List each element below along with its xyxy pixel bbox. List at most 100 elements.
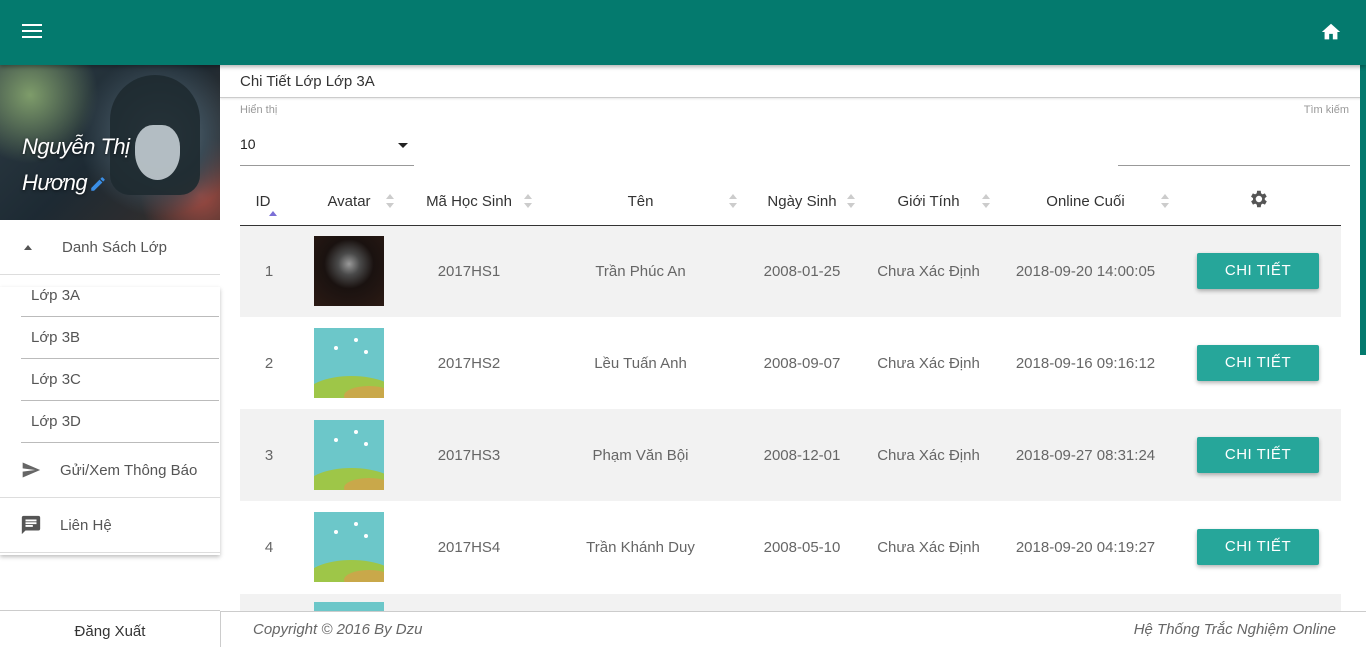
student-avatar-image	[314, 236, 384, 307]
column-header-label: Avatar	[327, 192, 371, 210]
profile-banner: Nguyễn Thị Hương	[0, 65, 220, 220]
cell-student-code: 2017HS2	[400, 317, 538, 409]
column-header-gender[interactable]: Giới Tính	[861, 178, 996, 226]
table-row: 3 2017HS3 Phạm Văn Bội 2008-12-01 Chưa X…	[240, 409, 1341, 501]
top-app-bar	[0, 0, 1366, 65]
cell-last-online: 2018-09-20 04:19:27	[996, 501, 1175, 593]
cell-id: 4	[240, 501, 298, 593]
search-label: Tìm kiếm	[1303, 104, 1349, 116]
cell-name: Trần Khánh Duy	[538, 501, 743, 593]
column-header-settings[interactable]	[1175, 178, 1341, 226]
cell-dob: 2008-12-01	[743, 409, 861, 501]
cell-student-code: 2017HS3	[400, 409, 538, 501]
cell-student-code: 2017HS4	[400, 501, 538, 593]
cell-avatar	[298, 409, 400, 501]
user-name: Nguyễn Thị Hương	[22, 129, 130, 201]
column-header-label: Ngày Sinh	[767, 192, 837, 210]
sort-icon[interactable]	[729, 194, 737, 208]
cell-name: Trần Phúc An	[538, 225, 743, 317]
detail-button[interactable]: CHI TIẾT	[1197, 345, 1319, 381]
column-header-label: Giới Tính	[897, 192, 960, 210]
cell-last-online: 2018-09-16 09:16:12	[996, 317, 1175, 409]
cell-name: Phạm Văn Bội	[538, 409, 743, 501]
user-name-line2: Hương	[22, 170, 88, 195]
sidebar-item-label: Liên Hệ	[60, 516, 112, 534]
show-entries-select[interactable]: 10	[240, 132, 414, 166]
cell-gender: Chưa Xác Định	[861, 409, 996, 501]
cell-avatar	[298, 501, 400, 593]
user-name-line1: Nguyễn Thị	[22, 134, 130, 159]
table-row-partial	[240, 594, 1341, 611]
cell-gender: Chưa Xác Định	[861, 501, 996, 593]
table-row: 4 2017HS4 Trần Khánh Duy 2008-05-10 Chưa…	[240, 501, 1341, 593]
logout-button[interactable]: Đăng Xuất	[0, 610, 220, 647]
column-header-avatar[interactable]: Avatar	[298, 178, 400, 226]
detail-button[interactable]: CHI TIẾT	[1197, 437, 1319, 473]
sidebar-class-3b[interactable]: Lớp 3B	[21, 317, 219, 359]
column-header-label: ID	[255, 192, 271, 210]
main-content: Chi Tiết Lớp Lớp 3A Hiển thị 10 Tìm kiếm…	[220, 65, 1366, 611]
cell-gender: Chưa Xác Định	[861, 225, 996, 317]
cell-action: CHI TIẾT	[1175, 317, 1341, 409]
student-table: ID Avatar Mã Học Sinh Tên Ngày Sinh Giới…	[240, 178, 1341, 593]
edit-pencil-icon[interactable]	[89, 175, 107, 193]
sort-icon[interactable]	[982, 194, 990, 208]
sort-asc-icon[interactable]	[268, 210, 277, 221]
column-header-label: Online Cuối	[1046, 192, 1125, 210]
detail-button[interactable]: CHI TIẾT	[1197, 253, 1319, 290]
hamburger-menu-icon[interactable]	[22, 24, 42, 40]
profile-face-image	[135, 125, 180, 180]
cell-dob: 2008-01-25	[743, 225, 861, 317]
column-header-name[interactable]: Tên	[538, 178, 743, 226]
sidebar-item-class-list[interactable]: Danh Sách Lớp	[0, 220, 220, 275]
cell-last-online: 2018-09-20 14:00:05	[996, 225, 1175, 317]
sidebar-class-3d[interactable]: Lớp 3D	[21, 401, 219, 443]
table-row: 2 2017HS2 Lều Tuấn Anh 2008-09-07 Chưa X…	[240, 317, 1341, 409]
cell-student-code: 2017HS1	[400, 225, 538, 317]
column-header-label: Mã Học Sinh	[426, 192, 512, 210]
breadcrumb: Chi Tiết Lớp Lớp 3A	[220, 65, 1366, 98]
sidebar: Nguyễn Thị Hương Danh Sách Lớp Lớp 3A Lớ…	[0, 65, 220, 647]
column-header-last-online[interactable]: Online Cuối	[996, 178, 1175, 226]
send-icon	[20, 459, 42, 481]
cell-id: 2	[240, 317, 298, 409]
student-avatar-image	[314, 602, 384, 611]
column-header-label: Tên	[627, 192, 654, 210]
home-icon[interactable]	[1320, 21, 1342, 43]
sidebar-item-label: Danh Sách Lớp	[62, 238, 167, 256]
cell-dob: 2008-09-07	[743, 317, 861, 409]
search-input[interactable]	[1118, 154, 1350, 166]
gear-icon[interactable]	[1247, 188, 1269, 210]
footer-copyright: Copyright © 2016 By Dzu	[253, 621, 423, 638]
detail-button[interactable]: CHI TIẾT	[1197, 529, 1319, 565]
table-row: 1 2017HS1 Trần Phúc An 2008-01-25 Chưa X…	[240, 225, 1341, 317]
caret-up-icon	[24, 236, 32, 258]
cell-last-online: 2018-09-27 08:31:24	[996, 409, 1175, 501]
sort-icon[interactable]	[524, 194, 532, 208]
column-header-id[interactable]: ID	[240, 178, 298, 226]
cell-action: CHI TIẾT	[1175, 501, 1341, 593]
column-header-dob[interactable]: Ngày Sinh	[743, 178, 861, 226]
sort-icon[interactable]	[386, 194, 394, 208]
show-entries-value: 10	[240, 136, 256, 152]
sidebar-class-3c[interactable]: Lớp 3C	[21, 359, 219, 401]
column-header-student-code[interactable]: Mã Học Sinh	[400, 178, 538, 226]
sidebar-item-label: Gửi/Xem Thông Báo	[60, 461, 198, 479]
sidebar-class-3a[interactable]: Lớp 3A	[21, 275, 219, 317]
cell-id: 1	[240, 225, 298, 317]
cell-id: 3	[240, 409, 298, 501]
student-avatar-image	[314, 420, 384, 490]
cell-gender: Chưa Xác Định	[861, 317, 996, 409]
student-avatar-image	[314, 328, 384, 398]
cell-avatar	[298, 317, 400, 409]
sort-icon[interactable]	[847, 194, 855, 208]
footer: Copyright © 2016 By Dzu Hệ Thống Trắc Ng…	[220, 611, 1366, 647]
cell-action: CHI TIẾT	[1175, 225, 1341, 317]
cell-action: CHI TIẾT	[1175, 409, 1341, 501]
student-avatar-image	[314, 512, 384, 582]
cell-dob: 2008-05-10	[743, 501, 861, 593]
message-icon	[20, 514, 42, 536]
sidebar-item-contact[interactable]: Liên Hệ	[0, 498, 220, 553]
sort-icon[interactable]	[1161, 194, 1169, 208]
sidebar-item-notifications[interactable]: Gửi/Xem Thông Báo	[0, 443, 220, 498]
